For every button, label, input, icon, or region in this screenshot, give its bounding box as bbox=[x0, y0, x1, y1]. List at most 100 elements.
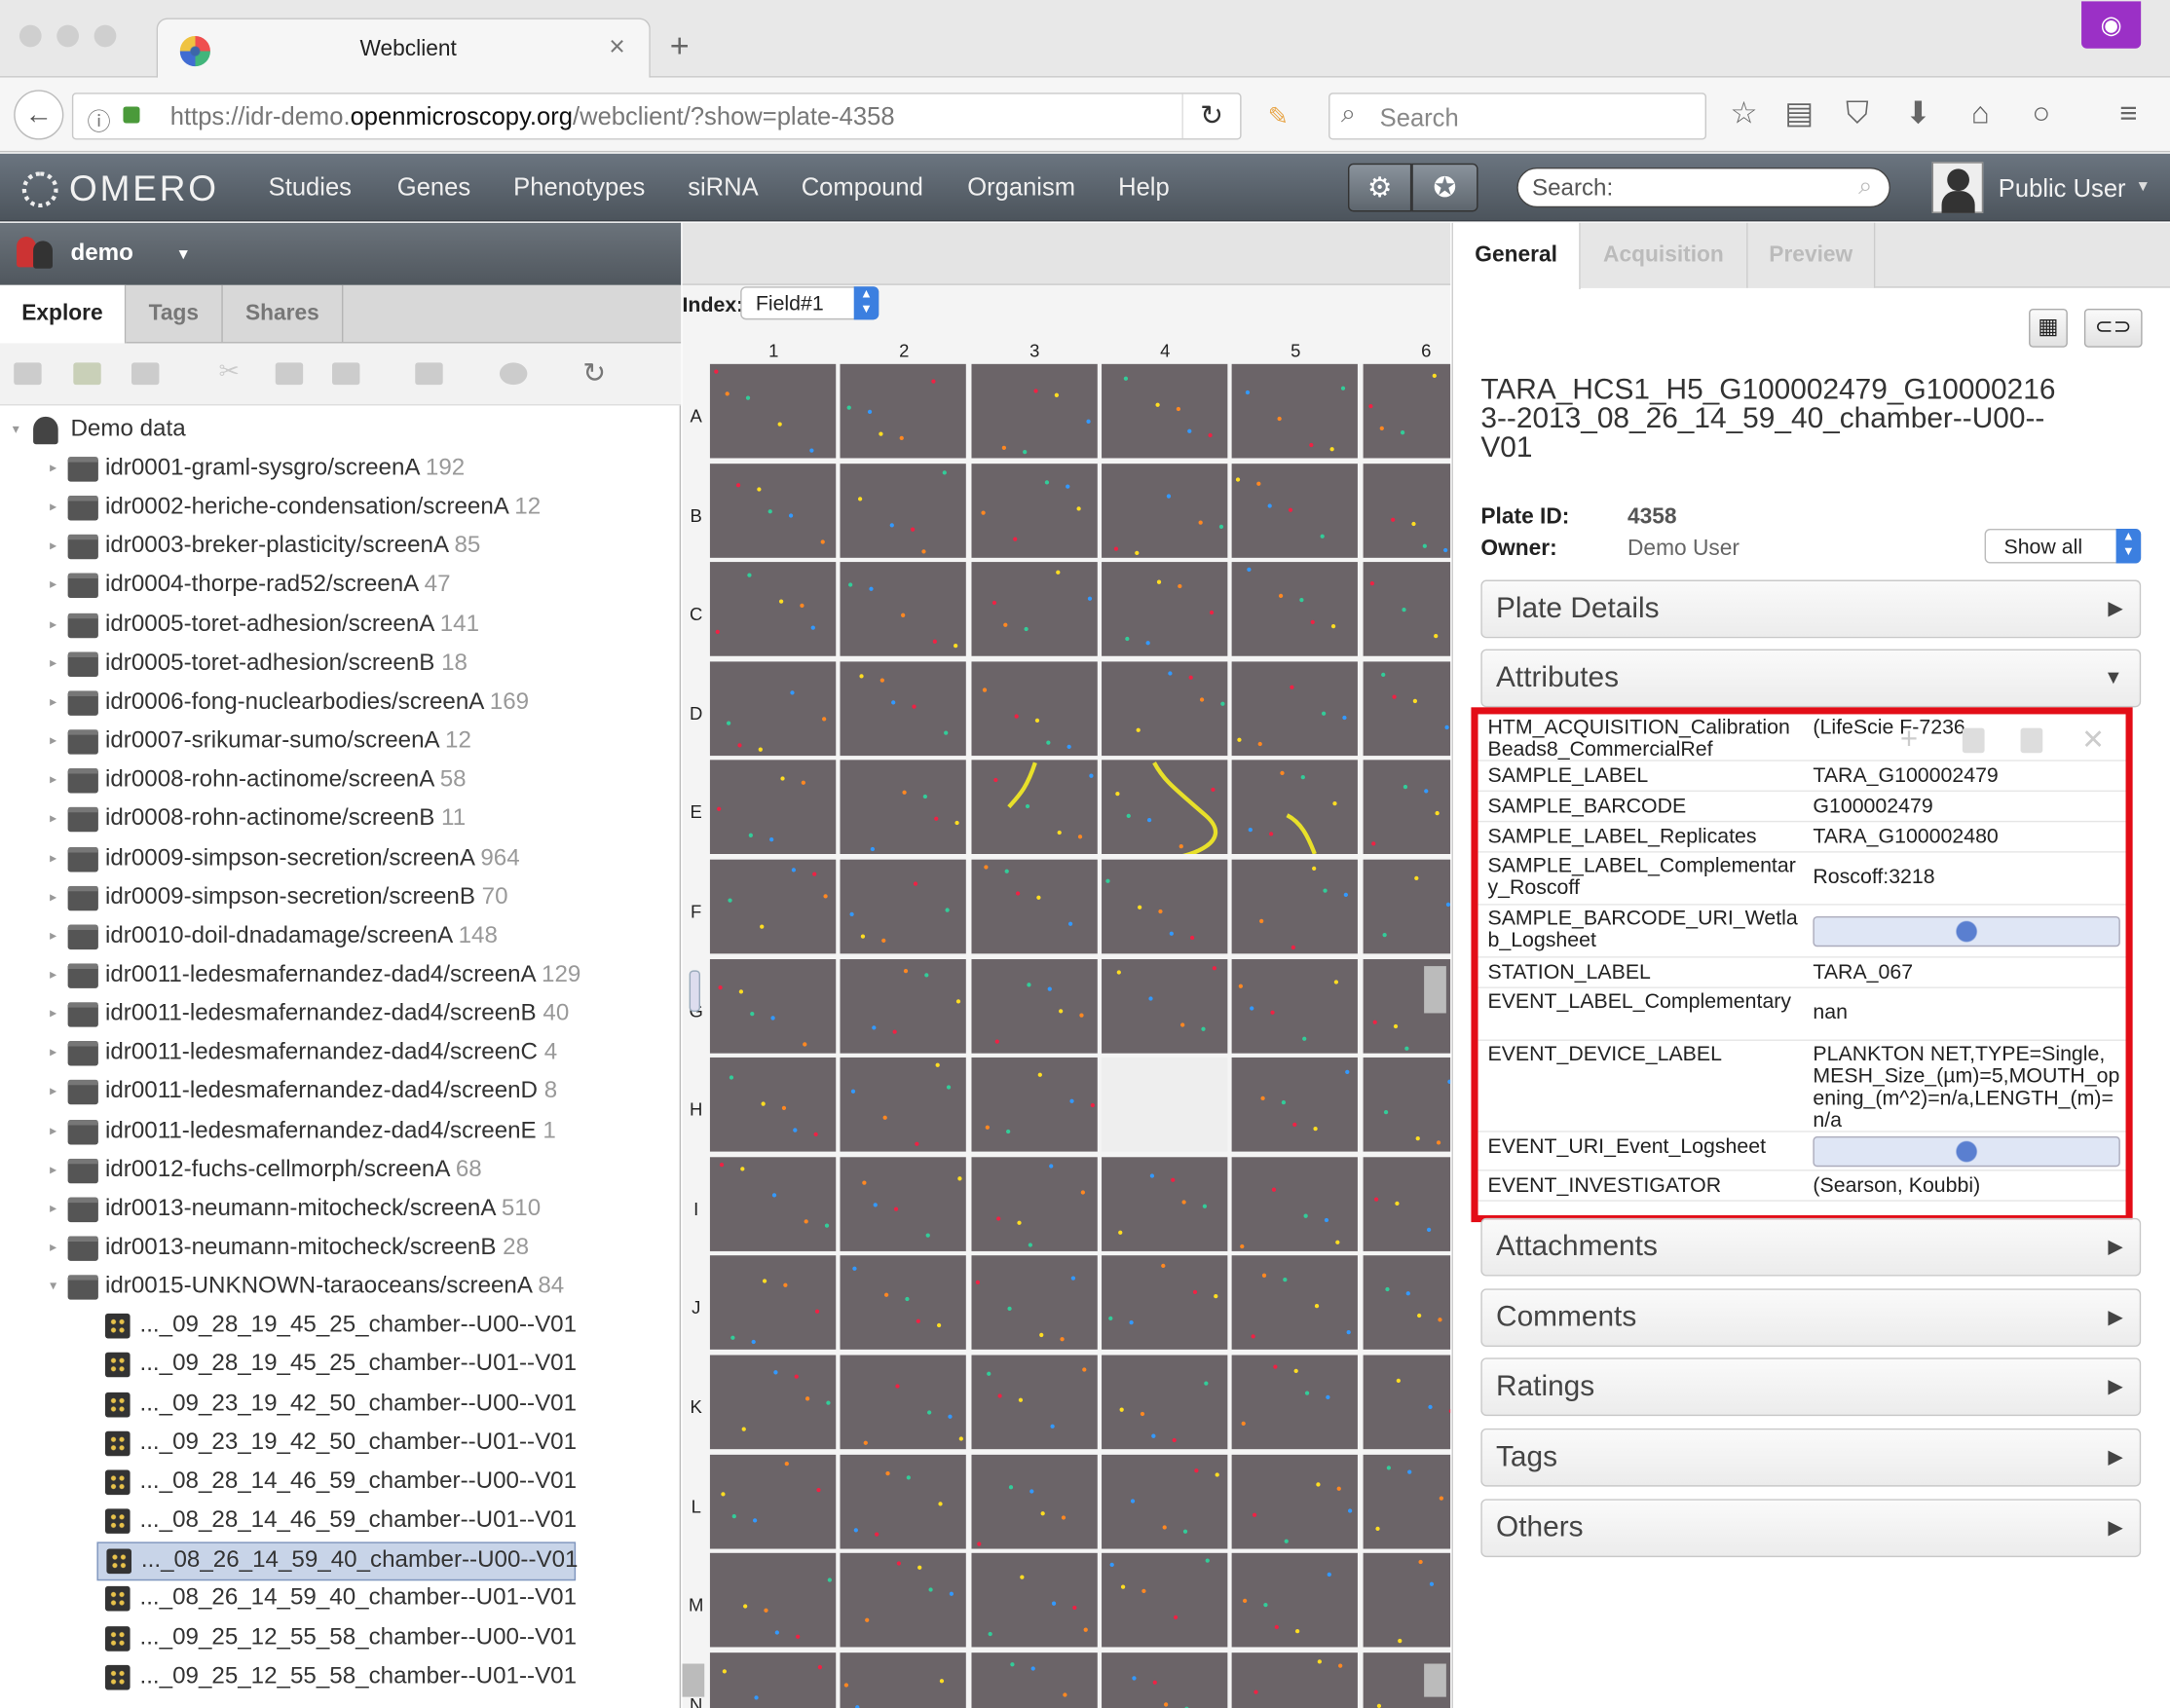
screen-item[interactable]: ▸ idr0007-srikumar-sumo/screenA 12 bbox=[0, 724, 681, 762]
screen-item[interactable]: ▸ idr0011-ledesmafernandez-dad4/screenC 4 bbox=[0, 1036, 681, 1075]
well-K3[interactable] bbox=[970, 1355, 1098, 1450]
well-I5[interactable] bbox=[1231, 1156, 1359, 1251]
screen-item[interactable]: ▸ idr0011-ledesmafernandez-dad4/screenE 1 bbox=[0, 1114, 681, 1153]
screen-item[interactable]: ▸ idr0013-neumann-mitocheck/screenA 510 bbox=[0, 1192, 681, 1231]
well-K1[interactable] bbox=[709, 1355, 837, 1450]
well-I3[interactable] bbox=[970, 1156, 1098, 1251]
plate-item[interactable]: ..._09_23_19_42_50_chamber--U01--V01 bbox=[96, 1426, 577, 1465]
scripts-gear-button[interactable]: ⚙ bbox=[1347, 163, 1412, 212]
well-M1[interactable] bbox=[709, 1553, 837, 1648]
menu-icon[interactable]: ≡ bbox=[2108, 95, 2150, 131]
delete-attribute-icon[interactable]: ✕ bbox=[2081, 723, 2105, 758]
new-screen-icon[interactable] bbox=[131, 362, 160, 386]
well-F3[interactable] bbox=[970, 859, 1098, 954]
screen-item[interactable]: ▸ idr0011-ledesmafernandez-dad4/screenA 1… bbox=[0, 958, 681, 997]
well-H3[interactable] bbox=[970, 1058, 1098, 1152]
globe-link-icon[interactable] bbox=[1813, 1135, 2120, 1168]
back-button[interactable]: ← bbox=[14, 90, 64, 140]
well-K4[interactable] bbox=[1101, 1355, 1228, 1450]
well-J3[interactable] bbox=[970, 1255, 1098, 1351]
well-K6[interactable] bbox=[1362, 1355, 1451, 1450]
well-C6[interactable] bbox=[1362, 562, 1451, 657]
section-attachments[interactable]: Attachments ▶ bbox=[1480, 1217, 2142, 1277]
scroll-handle-right[interactable] bbox=[1424, 966, 1446, 1014]
link-icon[interactable]: ⊂⊃ bbox=[2083, 308, 2143, 348]
activities-button[interactable]: ✪ bbox=[1411, 163, 1478, 212]
well-D1[interactable] bbox=[709, 661, 837, 756]
collapsed-arrow-icon[interactable]: ▸ bbox=[50, 967, 56, 983]
screen-item[interactable]: ▸ idr0008-rohn-actinome/screenB 11 bbox=[0, 801, 681, 840]
globe-link-icon[interactable] bbox=[1813, 915, 2120, 947]
cut-icon[interactable]: ✂ bbox=[219, 357, 246, 385]
well-G3[interactable] bbox=[970, 958, 1098, 1054]
screen-item[interactable]: ▸ idr0005-toret-adhesion/screenB 18 bbox=[0, 646, 681, 685]
collapsed-arrow-icon[interactable]: ▸ bbox=[50, 538, 56, 554]
tab-explore[interactable]: Explore bbox=[0, 284, 127, 345]
group-user-name[interactable]: demo bbox=[70, 240, 132, 267]
screen-item[interactable]: ▸ idr0009-simpson-secretion/screenB 70 bbox=[0, 879, 681, 918]
omero-search-input[interactable]: Search: ⌕ bbox=[1516, 167, 1890, 208]
well-H1[interactable] bbox=[709, 1058, 837, 1152]
user-menu[interactable]: Public User bbox=[1999, 174, 2126, 204]
nav-compound[interactable]: Compound bbox=[802, 173, 923, 203]
screen-item[interactable]: ▸ idr0010-doil-dnadamage/screenA 148 bbox=[0, 919, 681, 958]
paste-icon[interactable] bbox=[332, 362, 360, 386]
collapsed-arrow-icon[interactable]: ▸ bbox=[50, 1046, 56, 1061]
section-attributes[interactable]: Attributes ▼ bbox=[1480, 649, 2142, 708]
plate-item[interactable]: ..._08_28_14_46_59_chamber--U00--V01 bbox=[96, 1465, 577, 1504]
window-close-button[interactable] bbox=[19, 24, 42, 48]
collapsed-arrow-icon[interactable]: ▸ bbox=[50, 577, 56, 593]
screen-item[interactable]: ▸ idr0002-heriche-condensation/screenA 12 bbox=[0, 490, 681, 529]
well-B6[interactable] bbox=[1362, 463, 1451, 558]
well-F4[interactable] bbox=[1101, 859, 1228, 954]
bookmark-star-icon[interactable]: ☆ bbox=[1723, 95, 1765, 131]
well-D4[interactable] bbox=[1101, 661, 1228, 756]
well-C4[interactable] bbox=[1101, 562, 1228, 657]
tab-close-icon[interactable]: × bbox=[609, 32, 625, 64]
copy-icon[interactable] bbox=[275, 362, 304, 386]
delete-icon[interactable] bbox=[415, 362, 443, 386]
browser-search-input[interactable]: ⌕ Search bbox=[1328, 93, 1706, 140]
screen-item[interactable]: ▸ idr0004-thorpe-rad52/screenA 47 bbox=[0, 568, 681, 607]
collapsed-arrow-icon[interactable]: ▸ bbox=[50, 850, 56, 866]
plate-item[interactable]: ..._09_28_19_45_25_chamber--U01--V01 bbox=[96, 1348, 577, 1387]
well-L3[interactable] bbox=[970, 1454, 1098, 1548]
well-M6[interactable] bbox=[1362, 1553, 1451, 1648]
well-L1[interactable] bbox=[709, 1454, 837, 1548]
well-B3[interactable] bbox=[970, 463, 1098, 558]
window-minimize-button[interactable] bbox=[56, 24, 79, 48]
nav-phenotypes[interactable]: Phenotypes bbox=[513, 173, 645, 203]
collapsed-arrow-icon[interactable]: ▸ bbox=[50, 1241, 56, 1256]
nav-organism[interactable]: Organism bbox=[967, 173, 1075, 203]
collapsed-arrow-icon[interactable]: ▸ bbox=[50, 811, 56, 827]
well-A6[interactable] bbox=[1362, 363, 1451, 459]
well-K2[interactable] bbox=[840, 1355, 967, 1450]
home-icon[interactable]: ⌂ bbox=[1960, 95, 2002, 131]
grid-view-icon[interactable]: ▦ bbox=[2029, 308, 2068, 348]
well-C5[interactable] bbox=[1231, 562, 1359, 657]
well-N5[interactable] bbox=[1231, 1652, 1359, 1708]
well-G1[interactable] bbox=[709, 958, 837, 1054]
well-B4[interactable] bbox=[1101, 463, 1228, 558]
collapsed-arrow-icon[interactable]: ▸ bbox=[50, 1202, 56, 1217]
collapsed-arrow-icon[interactable]: ▸ bbox=[50, 1124, 56, 1139]
well-L2[interactable] bbox=[840, 1454, 967, 1548]
well-D5[interactable] bbox=[1231, 661, 1359, 756]
collapsed-arrow-icon[interactable]: ▸ bbox=[50, 889, 56, 905]
well-L6[interactable] bbox=[1362, 1454, 1451, 1548]
well-N4[interactable] bbox=[1101, 1652, 1228, 1708]
well-I1[interactable] bbox=[709, 1156, 837, 1251]
tab-acquisition[interactable]: Acquisition bbox=[1580, 222, 1748, 288]
well-F6[interactable] bbox=[1362, 859, 1451, 954]
pocket-icon[interactable]: ⛉ bbox=[1837, 95, 1879, 131]
section-comments[interactable]: Comments ▶ bbox=[1480, 1287, 2142, 1347]
screen-item[interactable]: ▾ idr0015-UNKNOWN-taraoceans/screenA 84 bbox=[0, 1270, 681, 1309]
well-M2[interactable] bbox=[840, 1553, 967, 1648]
well-J4[interactable] bbox=[1101, 1255, 1228, 1351]
new-tab-button[interactable]: + bbox=[670, 27, 690, 66]
well-J2[interactable] bbox=[840, 1255, 967, 1351]
user-menu-chevron-icon[interactable]: ▼ bbox=[2135, 178, 2150, 195]
well-B5[interactable] bbox=[1231, 463, 1359, 558]
tab-general[interactable]: General bbox=[1452, 222, 1581, 290]
permissions-globe-icon[interactable] bbox=[499, 362, 528, 386]
